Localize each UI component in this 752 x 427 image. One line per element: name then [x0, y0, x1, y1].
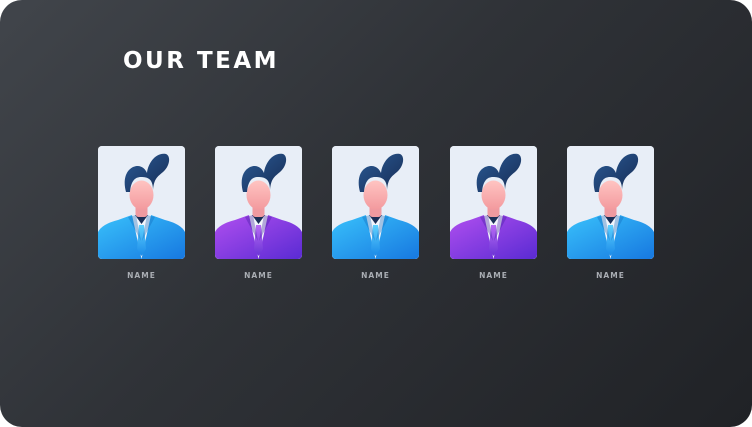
avatar-card [98, 146, 185, 259]
avatar-illustration-icon [450, 146, 537, 259]
team-member-3: NAME [332, 146, 419, 281]
avatar-illustration-icon [215, 146, 302, 259]
member-name: NAME [361, 271, 390, 280]
member-name: NAME [479, 271, 508, 280]
avatar-card [450, 146, 537, 259]
member-name: NAME [244, 271, 273, 280]
team-slide: OUR TEAM NAME NAME NAME NAME NAME [0, 0, 752, 427]
member-name: NAME [596, 271, 625, 280]
team-member-2: NAME [215, 146, 302, 281]
member-name: NAME [127, 271, 156, 280]
team-member-1: NAME [98, 146, 185, 281]
avatar-card [215, 146, 302, 259]
slide-title: OUR TEAM [123, 48, 280, 74]
avatar-illustration-icon [98, 146, 185, 259]
avatar-card [332, 146, 419, 259]
team-member-4: NAME [450, 146, 537, 281]
avatar-illustration-icon [332, 146, 419, 259]
avatar-illustration-icon [567, 146, 654, 259]
team-member-5: NAME [567, 146, 654, 281]
avatar-card [567, 146, 654, 259]
